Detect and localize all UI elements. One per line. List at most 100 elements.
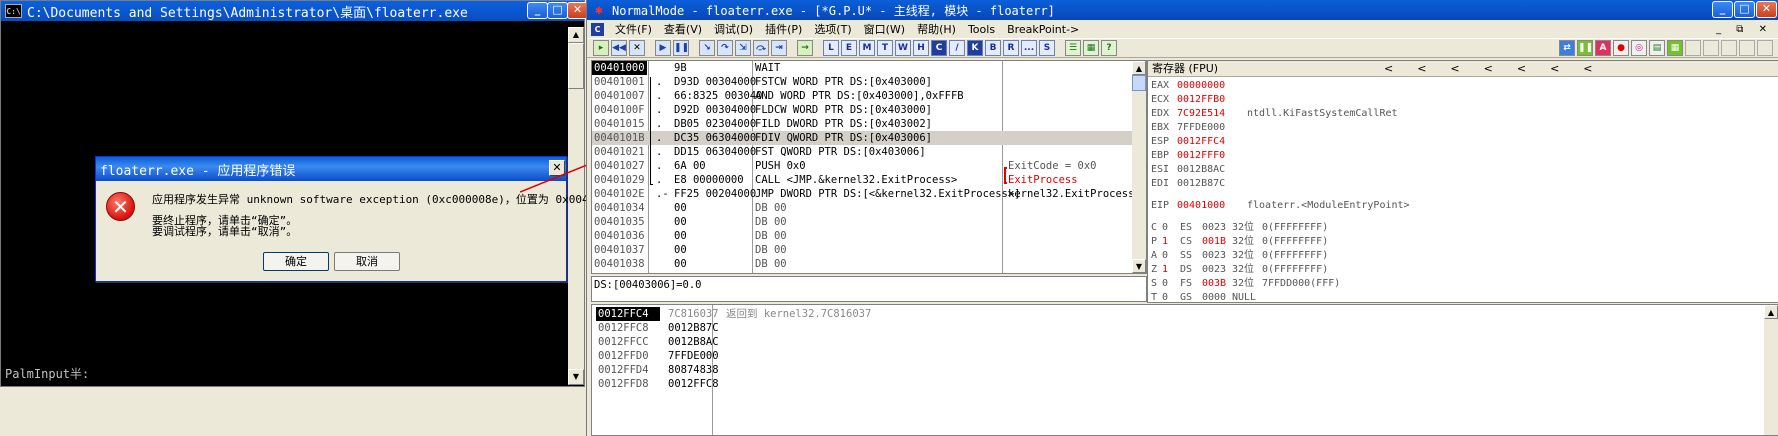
flag-row[interactable]: P 1 CS 001B 32位 0(FFFFFFFF) [1151, 235, 1328, 249]
options-icon[interactable]: ☰ [1065, 40, 1081, 56]
plugin-1-icon[interactable]: ⇄ [1559, 40, 1575, 56]
stack-scrollbar[interactable]: ▲ [1764, 305, 1778, 435]
trace-over-icon[interactable]: ⤼ [753, 40, 769, 56]
register-row[interactable]: ESI 0012B8AC [1151, 163, 1247, 177]
plugin-3-icon[interactable]: A [1595, 40, 1611, 56]
goto-icon[interactable]: → [797, 40, 813, 56]
disasm-row[interactable]: 00401029. E8 00000000 CALL <JMP.&kernel32.… [592, 173, 1146, 187]
disassembly-scrollbar[interactable]: ▲ ▼ [1132, 61, 1146, 273]
disasm-row[interactable]: 0040101B. DC35 06304000 FDIV QWORD PTR DS:… [592, 131, 1146, 145]
scroll-thumb[interactable] [568, 43, 584, 89]
scroll-down-icon[interactable]: ▼ [1132, 259, 1146, 273]
disasm-row[interactable]: 00401000 9B WAIT [592, 61, 1146, 75]
eip-row[interactable]: EIP 00401000 floaterr.<ModuleEntryPoint> [1151, 199, 1410, 213]
run-icon[interactable]: ▶ [655, 40, 671, 56]
register-row[interactable]: EDX 7C92E514 ntdll.KiFastSystemCallRet [1151, 107, 1398, 121]
close-button[interactable]: ✕ [1756, 1, 1777, 18]
console-titlebar[interactable]: C:\ C:\Documents and Settings\Administra… [1, 1, 584, 21]
register-row[interactable]: ESP 0012FFC4 [1151, 135, 1247, 149]
menu-window[interactable]: 窗口(W) [858, 21, 911, 37]
registers-header[interactable]: 寄存器 (FPU) <<<<<<< [1148, 61, 1778, 77]
disasm-row[interactable]: 00401015. DB05 02304000 FILD DWORD PTR DS:… [592, 117, 1146, 131]
menu-help[interactable]: 帮助(H) [911, 21, 962, 37]
disassembly-pane[interactable]: 00401000 9B WAIT 00401001. D93D 00304000 FSTC… [591, 60, 1147, 274]
disasm-row[interactable]: 00401021. DD15 06304000 FST QWORD PTR DS:[… [592, 145, 1146, 159]
maximize-button[interactable]: □ [547, 2, 568, 19]
cancel-button[interactable]: 取消 [334, 252, 400, 271]
menu-tools[interactable]: Tools [962, 23, 1001, 36]
disasm-row[interactable]: 0040100F. D92D 00304000 FLDCW WORD PTR DS:… [592, 103, 1146, 117]
stack-row[interactable]: 0012FFD4 80874838 [596, 363, 726, 377]
empty-slot-icon[interactable] [1739, 40, 1755, 56]
scroll-up-icon[interactable]: ▲ [1132, 61, 1146, 75]
cpu-button[interactable]: C [931, 40, 947, 56]
disasm-row[interactable]: 00401027. 6A 00 PUSH 0x0 ExitCode = 0x0 [592, 159, 1146, 173]
scroll-down-icon[interactable]: ▼ [568, 369, 584, 385]
plugin-7-icon[interactable]: ▦ [1667, 40, 1683, 56]
flag-row[interactable]: A 0 SS 0023 32位 0(FFFFFFFF) [1151, 249, 1328, 263]
threads-button[interactable]: T [877, 40, 893, 56]
register-row[interactable]: ECX 0012FFB0 [1151, 93, 1247, 107]
menu-options[interactable]: 选项(T) [808, 21, 857, 37]
windows-button[interactable]: W [895, 40, 911, 56]
register-view-arrows[interactable]: <<<<<<< [1384, 61, 1617, 77]
patches-button[interactable]: / [949, 40, 965, 56]
help-icon[interactable]: ? [1101, 40, 1117, 56]
stack-row[interactable]: 0012FFC8 0012B87C [596, 321, 726, 335]
menu-view[interactable]: 查看(V) [658, 21, 708, 37]
stack-row[interactable]: 0012FFD8 0012FFC8 [596, 377, 726, 391]
empty-slot-icon[interactable] [1721, 40, 1737, 56]
disasm-row[interactable]: 00401036 00 DB 00 [592, 229, 1146, 243]
references-button[interactable]: R [1003, 40, 1019, 56]
menu-breakpoint[interactable]: BreakPoint-> [1001, 23, 1085, 36]
run-trace-button[interactable]: ... [1021, 40, 1037, 56]
register-row[interactable]: EBP 0012FFF0 [1151, 149, 1247, 163]
register-row[interactable]: EBX 7FFDE000 [1151, 121, 1247, 135]
disasm-row[interactable]: 00401007. 66:8325 003040 AND WORD PTR DS:[… [592, 89, 1146, 103]
register-row[interactable]: EAX 00000000 [1151, 79, 1247, 93]
minimize-button[interactable]: _ [527, 2, 548, 19]
source-button[interactable]: S [1039, 40, 1055, 56]
scroll-up-icon[interactable]: ▲ [1764, 305, 1778, 319]
close-button[interactable]: ✕ [567, 2, 588, 19]
disasm-row[interactable]: 00401001. D93D 00304000 FSTCW WORD PTR DS:… [592, 75, 1146, 89]
empty-slot-icon[interactable] [1757, 40, 1773, 56]
flag-row[interactable]: Z 1 DS 0023 32位 0(FFFFFFFF) [1151, 263, 1328, 277]
trace-into-icon[interactable]: ⇲ [735, 40, 751, 56]
dialog-titlebar[interactable]: floaterr.exe - 应用程序错误 [96, 157, 566, 181]
menu-file[interactable]: 文件(F) [609, 21, 658, 37]
disasm-row[interactable]: 00401038 00 DB 00 [592, 257, 1146, 271]
execute-till-return-icon[interactable]: ⇥ [771, 40, 787, 56]
handles-button[interactable]: H [913, 40, 929, 56]
rewind-icon[interactable]: ◀◀ [611, 40, 627, 56]
stack-row[interactable]: 0012FFCC 0012B8AC [596, 335, 726, 349]
log-window-button[interactable]: L [823, 40, 839, 56]
close-file-icon[interactable]: ✕ [629, 40, 645, 56]
debugger-titlebar[interactable]: ✱ NormalMode - floaterr.exe - [*G.P.U* -… [587, 0, 1778, 20]
column-divider[interactable] [712, 305, 713, 435]
scroll-thumb[interactable] [1132, 75, 1146, 91]
minimize-button[interactable]: _ [1712, 1, 1733, 18]
maximize-button[interactable]: □ [1734, 1, 1755, 18]
pause-icon[interactable]: ❚❚ [673, 40, 689, 56]
open-icon[interactable]: ▸ [593, 40, 609, 56]
memory-map-button[interactable]: M [859, 40, 875, 56]
flag-row[interactable]: S 0 FS 003B 32位 7FFDD000(FFF) [1151, 277, 1340, 291]
disasm-row[interactable]: 0040102E .- FF25 00204000 JMP DWORD PTR DS:… [592, 187, 1146, 201]
menu-plugins[interactable]: 插件(P) [759, 21, 808, 37]
menu-debug[interactable]: 调试(D) [708, 21, 759, 37]
call-stack-button[interactable]: K [967, 40, 983, 56]
disasm-row[interactable]: 00401035 00 DB 00 [592, 215, 1146, 229]
plugin-2-icon[interactable]: ❚❚ [1577, 40, 1593, 56]
plugin-4-icon[interactable]: ● [1613, 40, 1629, 56]
flag-row[interactable]: C 0 ES 0023 32位 0(FFFFFFFF) [1151, 221, 1328, 235]
stack-row[interactable]: 0012FFD0 7FFDE000 [596, 349, 726, 363]
ok-button[interactable]: 确定 [263, 252, 329, 271]
step-over-icon[interactable]: ↷ [717, 40, 733, 56]
stack-row[interactable]: 0012FFC4 7C816037 返回到 kernel32.7C816037 [596, 307, 871, 321]
disasm-row[interactable]: 00401034 00 DB 00 [592, 201, 1146, 215]
scroll-up-icon[interactable]: ▲ [568, 27, 584, 43]
empty-slot-icon[interactable] [1703, 40, 1719, 56]
empty-slot-icon[interactable] [1685, 40, 1701, 56]
executable-modules-button[interactable]: E [841, 40, 857, 56]
